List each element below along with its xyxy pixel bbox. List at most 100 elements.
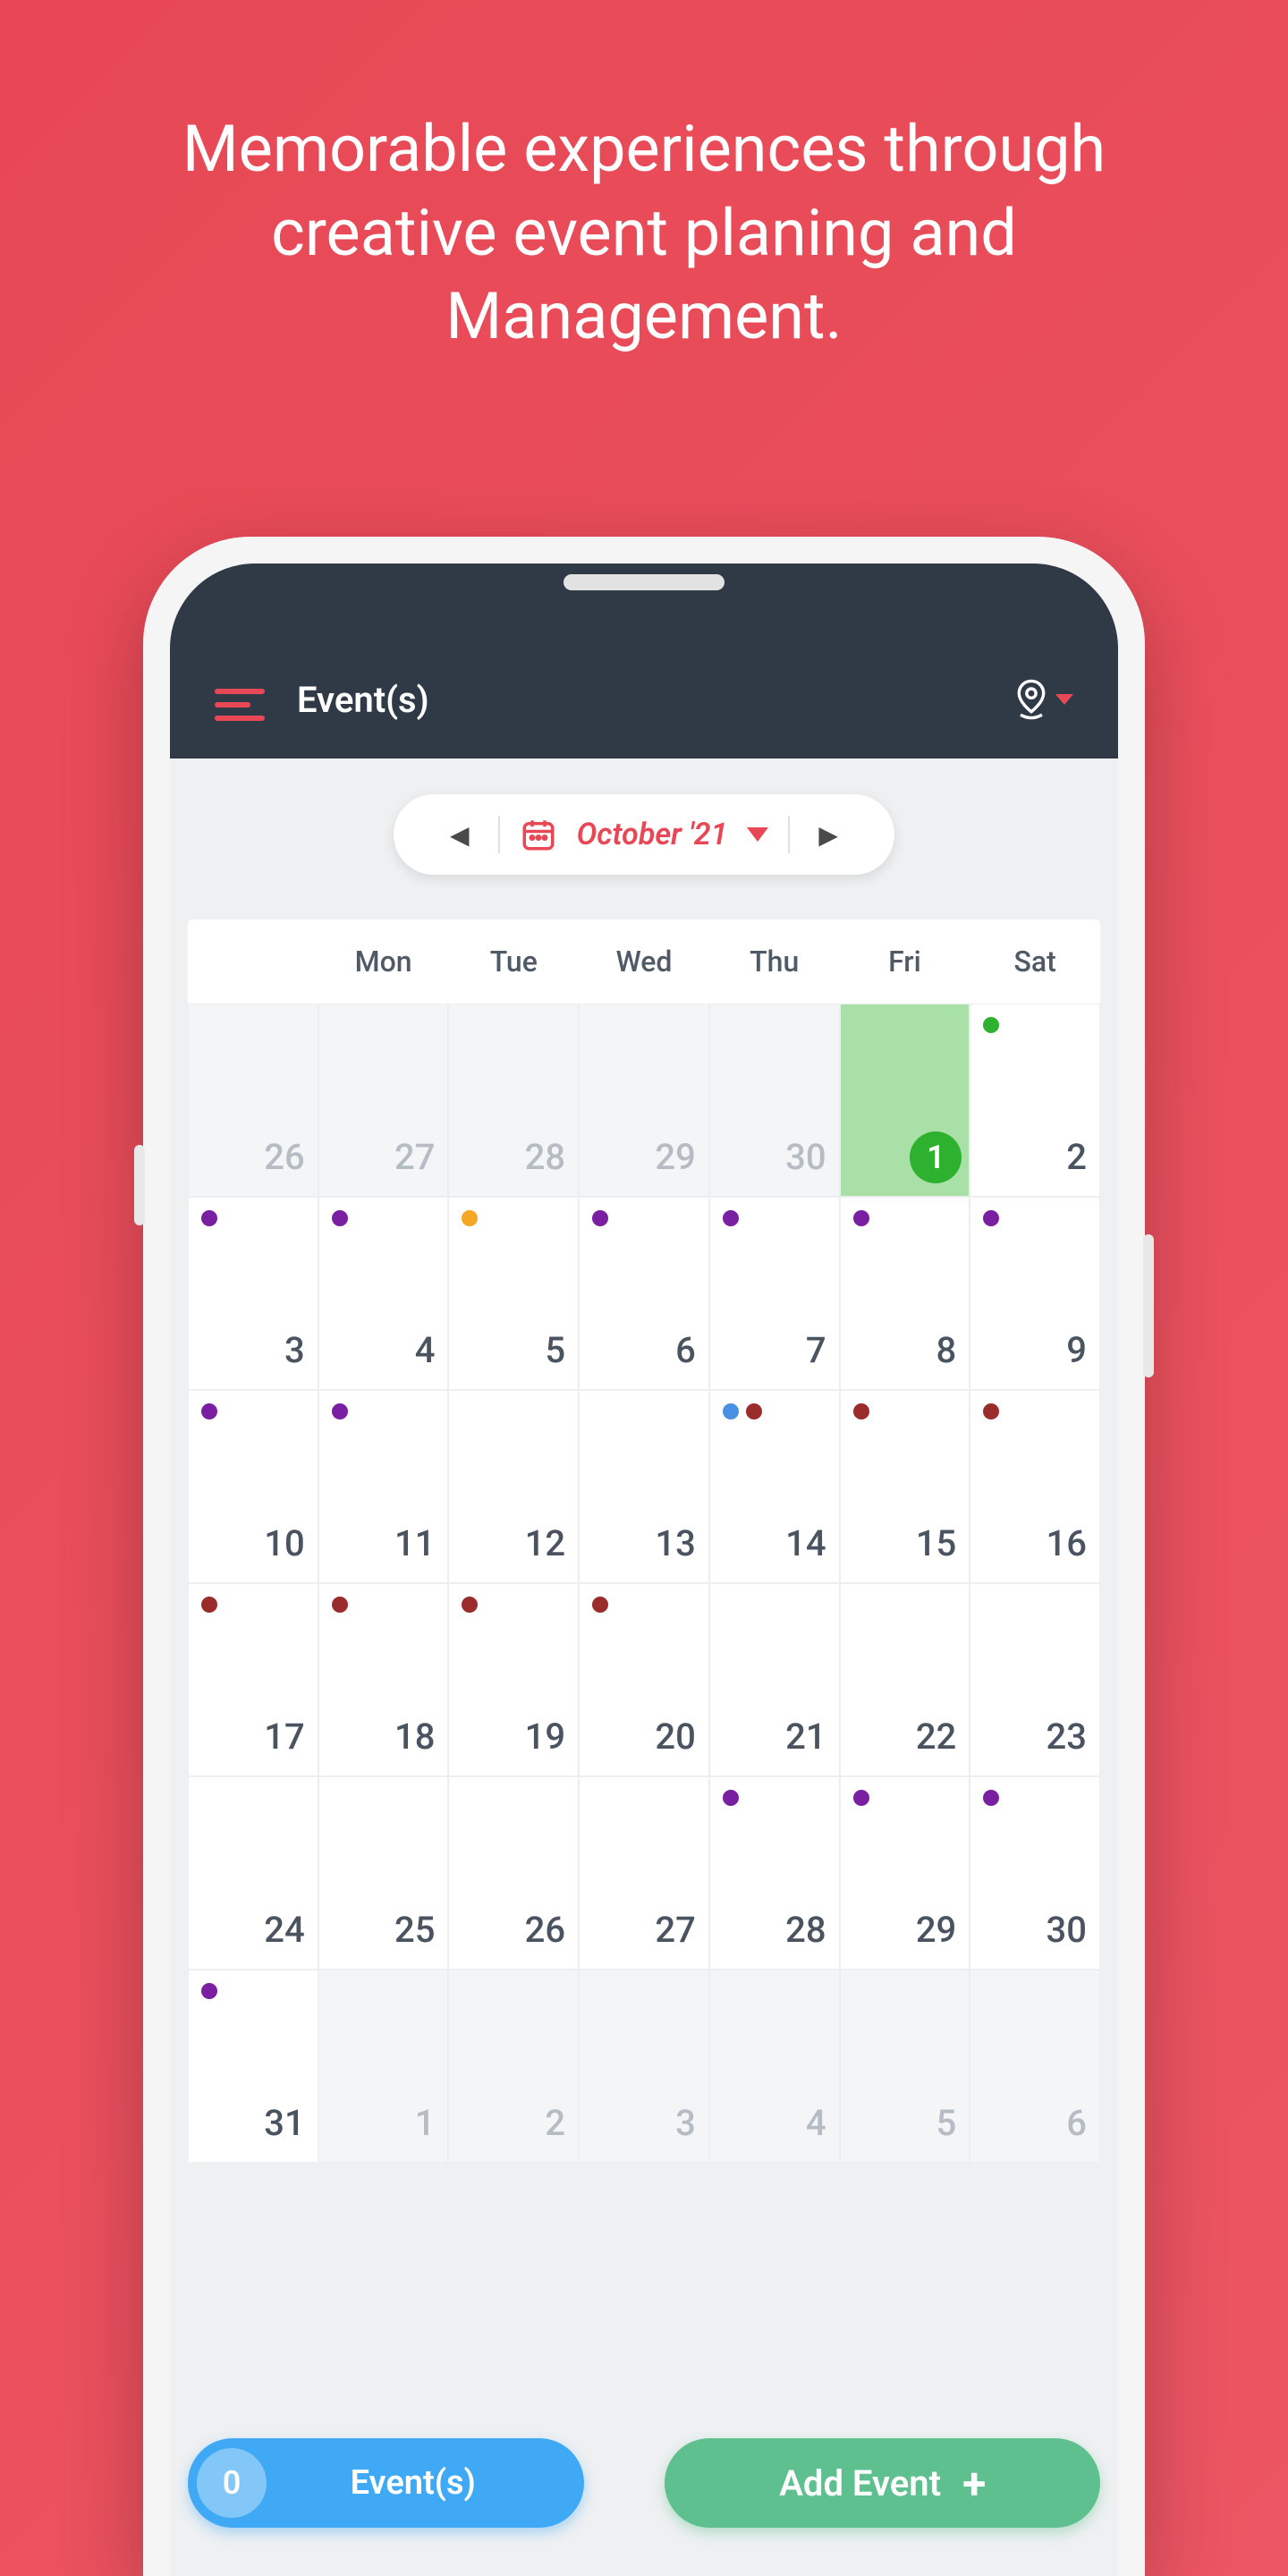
event-dot-icon [462, 1210, 478, 1226]
event-dots [723, 1790, 739, 1806]
calendar-cell[interactable]: 2 [448, 1970, 579, 2163]
calendar-cell[interactable]: 18 [318, 1583, 449, 1776]
calendar-cell[interactable]: 5 [448, 1197, 579, 1390]
day-number: 12 [525, 1522, 565, 1564]
day-number: 4 [806, 2102, 826, 2144]
calendar-cell[interactable]: 6 [579, 1197, 709, 1390]
event-dots [332, 1597, 348, 1613]
day-number: 25 [394, 1909, 435, 1951]
calendar-cell[interactable]: 26 [448, 1776, 579, 1970]
day-number: 26 [525, 1909, 565, 1951]
day-number: 24 [264, 1909, 304, 1951]
calendar-cell[interactable]: 16 [970, 1390, 1100, 1583]
calendar-cell[interactable]: 24 [188, 1776, 318, 1970]
day-number: 19 [525, 1716, 565, 1758]
day-number: 26 [264, 1136, 304, 1178]
calendar-cell[interactable]: 2 [970, 1004, 1100, 1197]
day-number: 30 [1046, 1909, 1087, 1951]
calendar-cell[interactable]: 23 [970, 1583, 1100, 1776]
calendar-cell[interactable]: 20 [579, 1583, 709, 1776]
calendar-cell[interactable]: 1 [318, 1970, 449, 2163]
calendar-cell[interactable]: 22 [840, 1583, 970, 1776]
calendar-cell[interactable]: 26 [188, 1004, 318, 1197]
day-number: 5 [936, 2102, 957, 2144]
event-dots [723, 1210, 739, 1226]
calendar-cell[interactable]: 15 [840, 1390, 970, 1583]
prev-month-button[interactable]: ◀ [441, 820, 479, 850]
day-number: 9 [1066, 1329, 1087, 1371]
event-dots [462, 1597, 478, 1613]
calendar-cell[interactable]: 7 [709, 1197, 840, 1390]
event-dot-icon [853, 1210, 869, 1226]
month-label[interactable]: October '21 [577, 817, 728, 852]
calendar-cell[interactable]: 28 [448, 1004, 579, 1197]
event-dots [853, 1790, 869, 1806]
menu-icon[interactable] [215, 689, 265, 721]
event-dots [201, 1403, 217, 1419]
calendar-cell[interactable]: 30 [970, 1776, 1100, 1970]
calendar-cell[interactable]: 29 [840, 1776, 970, 1970]
phone-notch [564, 574, 724, 590]
calendar-cell[interactable]: 28 [709, 1776, 840, 1970]
calendar-cell[interactable]: 25 [318, 1776, 449, 1970]
calendar-cell[interactable]: 5 [840, 1970, 970, 2163]
event-dots [462, 1210, 478, 1226]
calendar-cell[interactable]: 9 [970, 1197, 1100, 1390]
calendar-cell[interactable]: 19 [448, 1583, 579, 1776]
day-number: 3 [675, 2102, 696, 2144]
event-dots [853, 1403, 869, 1419]
calendar-cell[interactable]: 17 [188, 1583, 318, 1776]
event-dots [853, 1210, 869, 1226]
calendar-cell[interactable]: 8 [840, 1197, 970, 1390]
page-title: Event(s) [297, 679, 1013, 721]
calendar-cell[interactable]: 27 [579, 1776, 709, 1970]
caret-down-icon[interactable] [747, 827, 768, 842]
day-number: 22 [916, 1716, 956, 1758]
calendar-cell[interactable]: 27 [318, 1004, 449, 1197]
events-count-pill[interactable]: 0 Event(s) [188, 2438, 584, 2528]
calendar-cell[interactable]: 4 [709, 1970, 840, 2163]
event-dot-icon [723, 1790, 739, 1806]
event-dot-icon [983, 1790, 999, 1806]
calendar-cell[interactable]: 3 [579, 1970, 709, 2163]
events-count-badge: 0 [197, 2448, 267, 2518]
calendar-cell[interactable]: 1 [840, 1004, 970, 1197]
calendar-cell[interactable]: 31 [188, 1970, 318, 2163]
event-dots [201, 1597, 217, 1613]
calendar-cell[interactable]: 29 [579, 1004, 709, 1197]
calendar-cell[interactable]: 6 [970, 1970, 1100, 2163]
event-dot-icon [592, 1597, 608, 1613]
event-dot-icon [201, 1983, 217, 1999]
calendar-cell[interactable]: 10 [188, 1390, 318, 1583]
calendar-cell[interactable]: 4 [318, 1197, 449, 1390]
next-month-button[interactable]: ▶ [809, 820, 847, 850]
calendar-cell[interactable]: 14 [709, 1390, 840, 1583]
calendar-cell[interactable]: 21 [709, 1583, 840, 1776]
add-event-button[interactable]: Add Event + [665, 2438, 1100, 2528]
event-dot-icon [723, 1403, 739, 1419]
calendar-cell[interactable]: 11 [318, 1390, 449, 1583]
event-dot-icon [332, 1403, 348, 1419]
calendar-cell[interactable]: 30 [709, 1004, 840, 1197]
day-number: 15 [916, 1522, 956, 1564]
day-number: 14 [785, 1522, 826, 1564]
calendar-cell[interactable]: 3 [188, 1197, 318, 1390]
day-number: 11 [394, 1522, 435, 1564]
day-number: 7 [806, 1329, 826, 1371]
calendar-cell[interactable]: 12 [448, 1390, 579, 1583]
calendar-cell[interactable]: 13 [579, 1390, 709, 1583]
event-dot-icon [201, 1597, 217, 1613]
calendar-icon [520, 816, 557, 853]
day-number: 29 [916, 1909, 956, 1951]
weekday-header: Mon Tue Wed Thu Fri Sat [188, 919, 1100, 1004]
event-dots [983, 1403, 999, 1419]
day-number: 1 [415, 2102, 436, 2144]
weekday-blank [188, 919, 318, 1004]
event-dots [983, 1017, 999, 1033]
weekday-label: Thu [709, 919, 840, 1004]
day-number: 23 [1046, 1716, 1087, 1758]
hero-tagline: Memorable experiences through creative e… [0, 0, 1288, 359]
event-dot-icon [201, 1403, 217, 1419]
location-pin-icon [1013, 678, 1050, 721]
location-picker[interactable] [1013, 678, 1073, 721]
